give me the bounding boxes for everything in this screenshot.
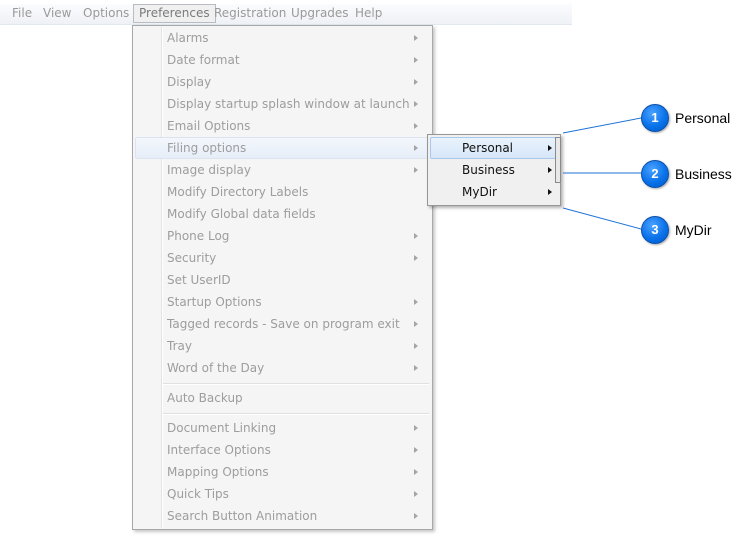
callout-badge-3: 3 (641, 216, 669, 244)
leader-line-3 (562, 207, 642, 230)
callout-badge-2: 2 (641, 160, 669, 188)
callout-label-mydir: MyDir (675, 222, 712, 238)
callout-badge-1: 1 (641, 104, 669, 132)
leader-line-1 (562, 117, 642, 134)
callout-label-personal: Personal (675, 110, 731, 126)
callout-leader-lines (562, 117, 642, 230)
callout-label-business: Business (675, 166, 732, 182)
